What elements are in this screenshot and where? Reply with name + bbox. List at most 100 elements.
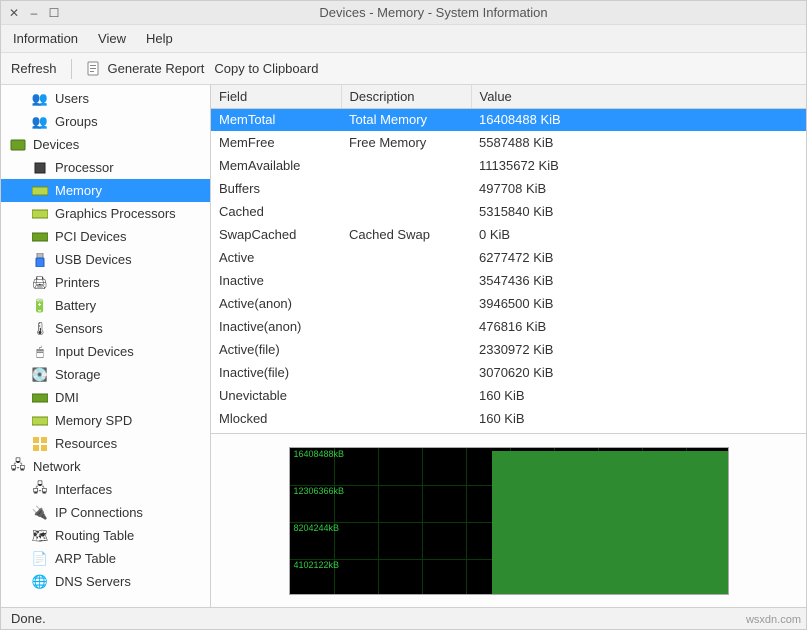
sidebar-item-battery[interactable]: 🔋Battery xyxy=(1,294,210,317)
table-row[interactable]: Active(anon)3946500 KiB xyxy=(211,292,806,315)
menu-help[interactable]: Help xyxy=(146,31,173,46)
cell-desc xyxy=(341,361,471,384)
sidebar-item-input[interactable]: 🖱Input Devices xyxy=(1,340,210,363)
body-split: 👥Users 👥Groups Devices Processor Memory … xyxy=(1,85,806,607)
cell-value: 5315840 KiB xyxy=(471,200,806,223)
copy-button[interactable]: Copy to Clipboard xyxy=(214,61,318,76)
status-text: Done. xyxy=(11,611,46,626)
table-row[interactable]: Buffers 497708 KiB xyxy=(211,177,806,200)
sidebar-item-dns[interactable]: 🌐DNS Servers xyxy=(1,570,210,593)
cell-desc: Cached Swap xyxy=(341,223,471,246)
chart-ytick: 16408488kB xyxy=(294,450,345,459)
table-row[interactable]: SwapCachedCached Swap0 KiB xyxy=(211,223,806,246)
sidebar-item-routing[interactable]: 🗺Routing Table xyxy=(1,524,210,547)
sidebar-item-spd[interactable]: Memory SPD xyxy=(1,409,210,432)
battery-icon: 🔋 xyxy=(31,298,49,314)
dmi-icon xyxy=(31,390,49,406)
pci-icon xyxy=(31,229,49,245)
thermometer-icon: 🌡 xyxy=(31,321,49,337)
table-row[interactable]: Unevictable160 KiB xyxy=(211,384,806,407)
cell-value: 16408488 KiB xyxy=(471,108,806,131)
status-bar: Done. xyxy=(1,607,806,629)
maximize-icon[interactable]: ☐ xyxy=(47,6,61,20)
resources-icon xyxy=(31,436,49,452)
spd-icon xyxy=(31,413,49,429)
sidebar-item-pci[interactable]: PCI Devices xyxy=(1,225,210,248)
minimize-icon[interactable]: – xyxy=(27,6,41,20)
sidebar-item-groups[interactable]: 👥Groups xyxy=(1,110,210,133)
cell-field: SwapCached xyxy=(211,223,341,246)
cell-field: MemAvailable xyxy=(211,154,341,177)
sidebar-item-arp[interactable]: 📄ARP Table xyxy=(1,547,210,570)
toolbar-separator xyxy=(71,59,72,79)
menubar: Information View Help xyxy=(1,25,806,53)
table-row[interactable]: Inactive(anon)476816 KiB xyxy=(211,315,806,338)
sidebar-item-users[interactable]: 👥Users xyxy=(1,87,210,110)
cell-value: 476816 KiB xyxy=(471,315,806,338)
sidebar-item-memory[interactable]: Memory xyxy=(1,179,210,202)
menu-view[interactable]: View xyxy=(98,31,126,46)
cell-desc xyxy=(341,200,471,223)
groups-icon: 👥 xyxy=(31,114,49,130)
cell-field: MemTotal xyxy=(211,108,341,131)
cell-value: 160 KiB xyxy=(471,407,806,430)
col-field[interactable]: Field xyxy=(211,85,341,108)
sidebar-group-network[interactable]: 🖧Network xyxy=(1,455,210,478)
drive-icon: 💽 xyxy=(31,367,49,383)
menu-information[interactable]: Information xyxy=(13,31,78,46)
memory-chart-wrap: 16408488kB12306366kB8204244kB4102122kB xyxy=(211,434,806,607)
refresh-button[interactable]: Refresh xyxy=(11,61,57,76)
sidebar: 👥Users 👥Groups Devices Processor Memory … xyxy=(1,85,211,607)
table-row[interactable]: Cached5315840 KiB xyxy=(211,200,806,223)
sidebar-item-interfaces[interactable]: 🖧Interfaces xyxy=(1,478,210,501)
sidebar-item-sensors[interactable]: 🌡Sensors xyxy=(1,317,210,340)
cell-field: Inactive(file) xyxy=(211,361,341,384)
sidebar-item-processor[interactable]: Processor xyxy=(1,156,210,179)
dns-icon: 🌐 xyxy=(31,574,49,590)
sidebar-item-usb[interactable]: USB Devices xyxy=(1,248,210,271)
sidebar-item-printers[interactable]: 🖨Printers xyxy=(1,271,210,294)
network-icon: 🖧 xyxy=(9,459,27,475)
cell-field: Active(file) xyxy=(211,338,341,361)
col-value[interactable]: Value xyxy=(471,85,806,108)
table-row[interactable]: MemTotalTotal Memory16408488 KiB xyxy=(211,108,806,131)
cell-field: Buffers xyxy=(211,177,341,200)
usb-icon xyxy=(31,252,49,268)
devices-icon xyxy=(9,137,27,153)
table-row[interactable]: MemFreeFree Memory5587488 KiB xyxy=(211,131,806,154)
table-row[interactable]: Active6277472 KiB xyxy=(211,246,806,269)
cell-desc xyxy=(341,269,471,292)
arp-icon: 📄 xyxy=(31,551,49,567)
close-icon[interactable]: ✕ xyxy=(7,6,21,20)
table-row[interactable]: Inactive(file)3070620 KiB xyxy=(211,361,806,384)
cell-desc xyxy=(341,154,471,177)
sidebar-group-devices[interactable]: Devices xyxy=(1,133,210,156)
cell-value: 160 KiB xyxy=(471,384,806,407)
table-row[interactable]: Mlocked160 KiB xyxy=(211,407,806,430)
window-title: Devices - Memory - System Information xyxy=(67,5,800,20)
cell-value: 3547436 KiB xyxy=(471,269,806,292)
table-row[interactable]: MemAvailable11135672 KiB xyxy=(211,154,806,177)
sidebar-item-storage[interactable]: 💽Storage xyxy=(1,363,210,386)
col-description[interactable]: Description xyxy=(341,85,471,108)
interfaces-icon: 🖧 xyxy=(31,482,49,498)
table-row[interactable]: Inactive 3547436 KiB xyxy=(211,269,806,292)
cpu-icon xyxy=(31,160,49,176)
memory-chart: 16408488kB12306366kB8204244kB4102122kB xyxy=(289,447,729,595)
generate-report-label: Generate Report xyxy=(108,61,205,76)
cell-value: 497708 KiB xyxy=(471,177,806,200)
ip-icon: 🔌 xyxy=(31,505,49,521)
sidebar-item-dmi[interactable]: DMI xyxy=(1,386,210,409)
chart-ytick: 12306366kB xyxy=(294,487,345,496)
titlebar: ✕ – ☐ Devices - Memory - System Informat… xyxy=(1,1,806,25)
cell-field: Active xyxy=(211,246,341,269)
generate-report-button[interactable]: Generate Report xyxy=(86,61,205,77)
sidebar-item-ip[interactable]: 🔌IP Connections xyxy=(1,501,210,524)
cell-field: MemFree xyxy=(211,131,341,154)
memory-table-wrap: Field Description Value MemTotalTotal Me… xyxy=(211,85,806,434)
table-row[interactable]: Active(file)2330972 KiB xyxy=(211,338,806,361)
cell-field: Inactive xyxy=(211,269,341,292)
sidebar-item-resources[interactable]: Resources xyxy=(1,432,210,455)
sidebar-item-graphics[interactable]: Graphics Processors xyxy=(1,202,210,225)
memory-icon xyxy=(31,183,49,199)
